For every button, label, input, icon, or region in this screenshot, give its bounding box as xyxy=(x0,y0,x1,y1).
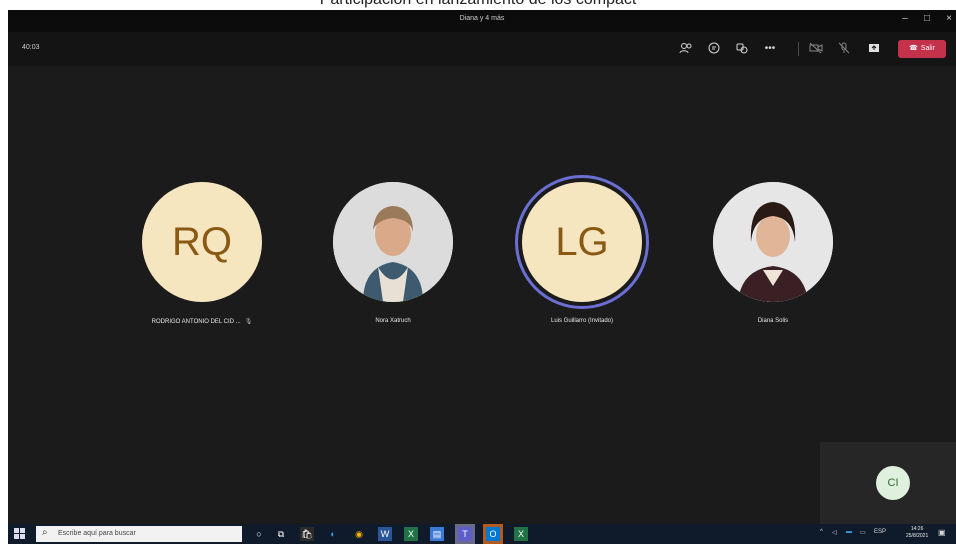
participant-tile[interactable]: LG Luis Guillarro (Invitado) xyxy=(507,174,657,354)
chat-icon[interactable] xyxy=(706,41,722,57)
participant-name: Nora Xatruch xyxy=(375,318,411,324)
files-icon[interactable]: ▤ xyxy=(430,527,444,541)
excel-2-icon[interactable]: X xyxy=(514,527,528,541)
participant-name: Diana Solis xyxy=(757,318,789,324)
image-caption: Participación en lanzamiento de los comp… xyxy=(0,0,956,10)
window-title: Diana y 4 más xyxy=(459,15,505,22)
tray-chevron-icon[interactable]: ^ xyxy=(820,529,823,535)
maximize-button[interactable]: □ xyxy=(920,13,934,24)
camera-icon[interactable] xyxy=(808,41,824,57)
title-bar: Diana y 4 más – □ × xyxy=(8,10,956,32)
share-icon[interactable] xyxy=(866,41,882,57)
volume-icon[interactable]: ◁ xyxy=(832,529,837,536)
task-view-icon[interactable]: ⧉ xyxy=(274,527,288,541)
cortana-icon[interactable]: ○ xyxy=(252,527,266,541)
participant-tile[interactable]: Nora Xatruch xyxy=(318,174,468,354)
self-avatar: CI xyxy=(876,466,910,500)
participant-tile[interactable]: RQ RODRIGO ANTONIO DEL CID ... 🎙 xyxy=(127,174,277,354)
muted-mic-icon: 🎙 xyxy=(244,319,253,325)
participant-tile[interactable]: Diana Solis xyxy=(698,174,848,354)
leave-label: Salir xyxy=(920,45,935,52)
avatar xyxy=(713,182,833,302)
avatar: LG xyxy=(522,182,642,302)
store-icon[interactable]: 🛍 xyxy=(300,527,314,541)
outlook-icon[interactable]: O xyxy=(483,524,503,544)
notifications-icon[interactable]: ▣ xyxy=(938,528,946,537)
language-indicator[interactable]: ESP xyxy=(874,529,886,535)
minimize-button[interactable]: – xyxy=(898,13,912,24)
microphone-icon[interactable] xyxy=(836,41,852,57)
participant-name: RODRIGO ANTONIO DEL CID ... 🎙 xyxy=(151,319,253,325)
phone-hangup-icon: ☎ xyxy=(909,45,918,52)
windows-start-icon[interactable] xyxy=(14,528,26,540)
reactions-icon[interactable] xyxy=(734,41,750,57)
search-placeholder: Escribe aquí para buscar xyxy=(58,530,136,537)
search-icon: ⌕ xyxy=(42,527,48,538)
network-icon[interactable]: ▭ xyxy=(860,529,866,536)
edge-icon[interactable]: ◐ xyxy=(326,527,340,541)
teams-meeting-window: Diana y 4 más – □ × 40:03 ••• ☎ Salir RQ… xyxy=(8,10,956,524)
close-button[interactable]: × xyxy=(942,13,956,24)
word-icon[interactable]: W xyxy=(378,527,392,541)
excel-icon[interactable]: X xyxy=(404,527,418,541)
taskbar-search-box[interactable]: ⌕ Escribe aquí para buscar xyxy=(36,526,242,542)
more-icon[interactable]: ••• xyxy=(762,41,778,57)
onedrive-icon[interactable]: ▬ xyxy=(846,529,852,535)
participant-name: Luis Guillarro (Invitado) xyxy=(550,318,614,324)
people-icon[interactable] xyxy=(678,41,694,57)
taskbar-clock[interactable]: 14:26 25/8/2021 xyxy=(906,526,928,540)
windows-taskbar: ⌕ Escribe aquí para buscar ○ ⧉ 🛍 ◐ ◉ W X… xyxy=(8,524,956,544)
self-view-tile[interactable]: CI xyxy=(820,442,956,524)
meeting-toolbar: 40:03 ••• ☎ Salir xyxy=(8,32,956,66)
leave-button[interactable]: ☎ Salir xyxy=(898,40,946,58)
chrome-icon[interactable]: ◉ xyxy=(352,527,366,541)
teams-icon[interactable]: T xyxy=(455,524,475,544)
avatar: RQ xyxy=(142,182,262,302)
toolbar-divider xyxy=(798,42,799,56)
meeting-timer: 40:03 xyxy=(22,44,40,51)
avatar xyxy=(333,182,453,302)
